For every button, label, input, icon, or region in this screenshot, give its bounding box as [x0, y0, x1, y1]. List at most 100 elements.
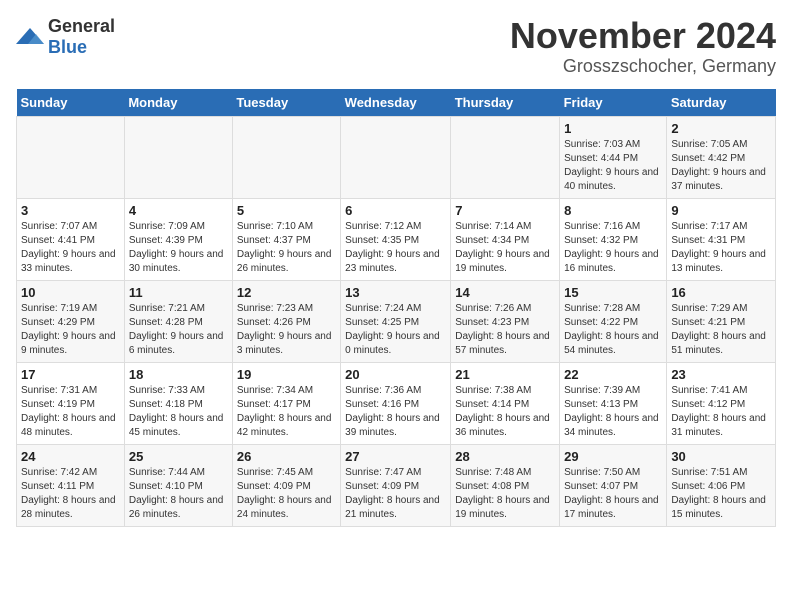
day-number: 17	[21, 367, 120, 382]
cell-week3-day4: 13 Sunrise: 7:24 AM Sunset: 4:25 PM Dayli…	[341, 280, 451, 362]
day-info: Sunrise: 7:12 AM Sunset: 4:35 PM Dayligh…	[345, 220, 446, 276]
main-title: November 2024	[510, 16, 776, 56]
day-info: Sunrise: 7:50 AM Sunset: 4:07 PM Dayligh…	[564, 466, 662, 522]
day-number: 6	[345, 203, 446, 218]
day-info: Sunrise: 7:24 AM Sunset: 4:25 PM Dayligh…	[345, 302, 446, 358]
day-number: 4	[129, 203, 228, 218]
cell-week5-day2: 25 Sunrise: 7:44 AM Sunset: 4:10 PM Dayli…	[124, 444, 232, 526]
cell-week4-day4: 20 Sunrise: 7:36 AM Sunset: 4:16 PM Dayli…	[341, 362, 451, 444]
week-row-4: 17 Sunrise: 7:31 AM Sunset: 4:19 PM Dayli…	[17, 362, 776, 444]
cell-week2-day4: 6 Sunrise: 7:12 AM Sunset: 4:35 PM Daylig…	[341, 198, 451, 280]
cell-week4-day1: 17 Sunrise: 7:31 AM Sunset: 4:19 PM Dayli…	[17, 362, 125, 444]
day-number: 18	[129, 367, 228, 382]
cell-week5-day4: 27 Sunrise: 7:47 AM Sunset: 4:09 PM Dayli…	[341, 444, 451, 526]
cell-week4-day5: 21 Sunrise: 7:38 AM Sunset: 4:14 PM Dayli…	[451, 362, 560, 444]
cell-week5-day3: 26 Sunrise: 7:45 AM Sunset: 4:09 PM Dayli…	[232, 444, 340, 526]
cell-week1-day7: 2Sunrise: 7:05 AM Sunset: 4:42 PM Daylig…	[667, 116, 776, 198]
day-number: 10	[21, 285, 120, 300]
day-number: 9	[671, 203, 771, 218]
cell-week2-day2: 4 Sunrise: 7:09 AM Sunset: 4:39 PM Daylig…	[124, 198, 232, 280]
cell-week5-day7: 30Sunrise: 7:51 AM Sunset: 4:06 PM Dayli…	[667, 444, 776, 526]
day-number: 30	[671, 449, 771, 464]
day-info: Sunrise: 7:31 AM Sunset: 4:19 PM Dayligh…	[21, 384, 120, 440]
week-row-5: 24 Sunrise: 7:42 AM Sunset: 4:11 PM Dayli…	[17, 444, 776, 526]
day-number: 16	[671, 285, 771, 300]
header-wednesday: Wednesday	[341, 89, 451, 117]
cell-week1-day5	[451, 116, 560, 198]
day-info: Sunrise: 7:33 AM Sunset: 4:18 PM Dayligh…	[129, 384, 228, 440]
header-saturday: Saturday	[667, 89, 776, 117]
day-number: 1	[564, 121, 662, 136]
day-number: 14	[455, 285, 555, 300]
day-info: Sunrise: 7:29 AM Sunset: 4:21 PM Dayligh…	[671, 302, 771, 358]
day-number: 25	[129, 449, 228, 464]
cell-week4-day6: 22 Sunrise: 7:39 AM Sunset: 4:13 PM Dayli…	[560, 362, 667, 444]
cell-week3-day3: 12 Sunrise: 7:23 AM Sunset: 4:26 PM Dayli…	[232, 280, 340, 362]
day-info: Sunrise: 7:47 AM Sunset: 4:09 PM Dayligh…	[345, 466, 446, 522]
cell-week1-day3	[232, 116, 340, 198]
day-info: Sunrise: 7:14 AM Sunset: 4:34 PM Dayligh…	[455, 220, 555, 276]
day-number: 27	[345, 449, 446, 464]
day-number: 12	[237, 285, 336, 300]
subtitle: Grosszschocher, Germany	[510, 56, 776, 77]
day-number: 19	[237, 367, 336, 382]
week-row-1: 1 Sunrise: 7:03 AM Sunset: 4:44 PM Daylig…	[17, 116, 776, 198]
day-info: Sunrise: 7:38 AM Sunset: 4:14 PM Dayligh…	[455, 384, 555, 440]
day-number: 15	[564, 285, 662, 300]
day-info: Sunrise: 7:10 AM Sunset: 4:37 PM Dayligh…	[237, 220, 336, 276]
cell-week3-day1: 10 Sunrise: 7:19 AM Sunset: 4:29 PM Dayli…	[17, 280, 125, 362]
cell-week4-day7: 23 Sunrise: 7:41 AM Sunset: 4:12 PM Dayli…	[667, 362, 776, 444]
day-info: Sunrise: 7:23 AM Sunset: 4:26 PM Dayligh…	[237, 302, 336, 358]
cell-week1-day4	[341, 116, 451, 198]
cell-week3-day2: 11 Sunrise: 7:21 AM Sunset: 4:28 PM Dayli…	[124, 280, 232, 362]
day-number: 24	[21, 449, 120, 464]
day-info: Sunrise: 7:44 AM Sunset: 4:10 PM Dayligh…	[129, 466, 228, 522]
header-row: SundayMondayTuesdayWednesdayThursdayFrid…	[17, 89, 776, 117]
day-info: Sunrise: 7:42 AM Sunset: 4:11 PM Dayligh…	[21, 466, 120, 522]
cell-week3-day6: 15 Sunrise: 7:28 AM Sunset: 4:22 PM Dayli…	[560, 280, 667, 362]
calendar-header: SundayMondayTuesdayWednesdayThursdayFrid…	[17, 89, 776, 117]
cell-week3-day7: 16 Sunrise: 7:29 AM Sunset: 4:21 PM Dayli…	[667, 280, 776, 362]
header-friday: Friday	[560, 89, 667, 117]
title-area: November 2024 Grosszschocher, Germany	[510, 16, 776, 77]
day-number: 28	[455, 449, 555, 464]
cell-week2-day5: 7 Sunrise: 7:14 AM Sunset: 4:34 PM Daylig…	[451, 198, 560, 280]
day-number: 26	[237, 449, 336, 464]
header-monday: Monday	[124, 89, 232, 117]
day-info: Sunrise: 7:19 AM Sunset: 4:29 PM Dayligh…	[21, 302, 120, 358]
day-number: 23	[671, 367, 771, 382]
day-number: 11	[129, 285, 228, 300]
day-info: Sunrise: 7:41 AM Sunset: 4:12 PM Dayligh…	[671, 384, 771, 440]
week-row-3: 10 Sunrise: 7:19 AM Sunset: 4:29 PM Dayli…	[17, 280, 776, 362]
header-tuesday: Tuesday	[232, 89, 340, 117]
day-info: Sunrise: 7:21 AM Sunset: 4:28 PM Dayligh…	[129, 302, 228, 358]
day-info: Sunrise: 7:28 AM Sunset: 4:22 PM Dayligh…	[564, 302, 662, 358]
cell-week2-day6: 8Sunrise: 7:16 AM Sunset: 4:32 PM Daylig…	[560, 198, 667, 280]
cell-week5-day1: 24 Sunrise: 7:42 AM Sunset: 4:11 PM Dayli…	[17, 444, 125, 526]
cell-week4-day2: 18 Sunrise: 7:33 AM Sunset: 4:18 PM Dayli…	[124, 362, 232, 444]
day-number: 13	[345, 285, 446, 300]
logo-icon	[16, 26, 44, 48]
day-info: Sunrise: 7:05 AM Sunset: 4:42 PM Dayligh…	[671, 138, 771, 194]
day-info: Sunrise: 7:09 AM Sunset: 4:39 PM Dayligh…	[129, 220, 228, 276]
day-number: 21	[455, 367, 555, 382]
day-info: Sunrise: 7:36 AM Sunset: 4:16 PM Dayligh…	[345, 384, 446, 440]
calendar-body: 1 Sunrise: 7:03 AM Sunset: 4:44 PM Daylig…	[17, 116, 776, 526]
day-info: Sunrise: 7:45 AM Sunset: 4:09 PM Dayligh…	[237, 466, 336, 522]
day-info: Sunrise: 7:39 AM Sunset: 4:13 PM Dayligh…	[564, 384, 662, 440]
day-number: 22	[564, 367, 662, 382]
cell-week2-day7: 9Sunrise: 7:17 AM Sunset: 4:31 PM Daylig…	[667, 198, 776, 280]
cell-week1-day2	[124, 116, 232, 198]
cell-week1-day1	[17, 116, 125, 198]
day-info: Sunrise: 7:48 AM Sunset: 4:08 PM Dayligh…	[455, 466, 555, 522]
calendar-table: SundayMondayTuesdayWednesdayThursdayFrid…	[16, 89, 776, 527]
day-number: 8	[564, 203, 662, 218]
day-number: 7	[455, 203, 555, 218]
day-number: 20	[345, 367, 446, 382]
cell-week3-day5: 14Sunrise: 7:26 AM Sunset: 4:23 PM Dayli…	[451, 280, 560, 362]
cell-week1-day6: 1 Sunrise: 7:03 AM Sunset: 4:44 PM Daylig…	[560, 116, 667, 198]
logo-blue: Blue	[48, 37, 87, 57]
day-info: Sunrise: 7:03 AM Sunset: 4:44 PM Dayligh…	[564, 138, 662, 194]
header: General Blue November 2024 Grosszschoche…	[16, 16, 776, 77]
cell-week2-day3: 5Sunrise: 7:10 AM Sunset: 4:37 PM Daylig…	[232, 198, 340, 280]
